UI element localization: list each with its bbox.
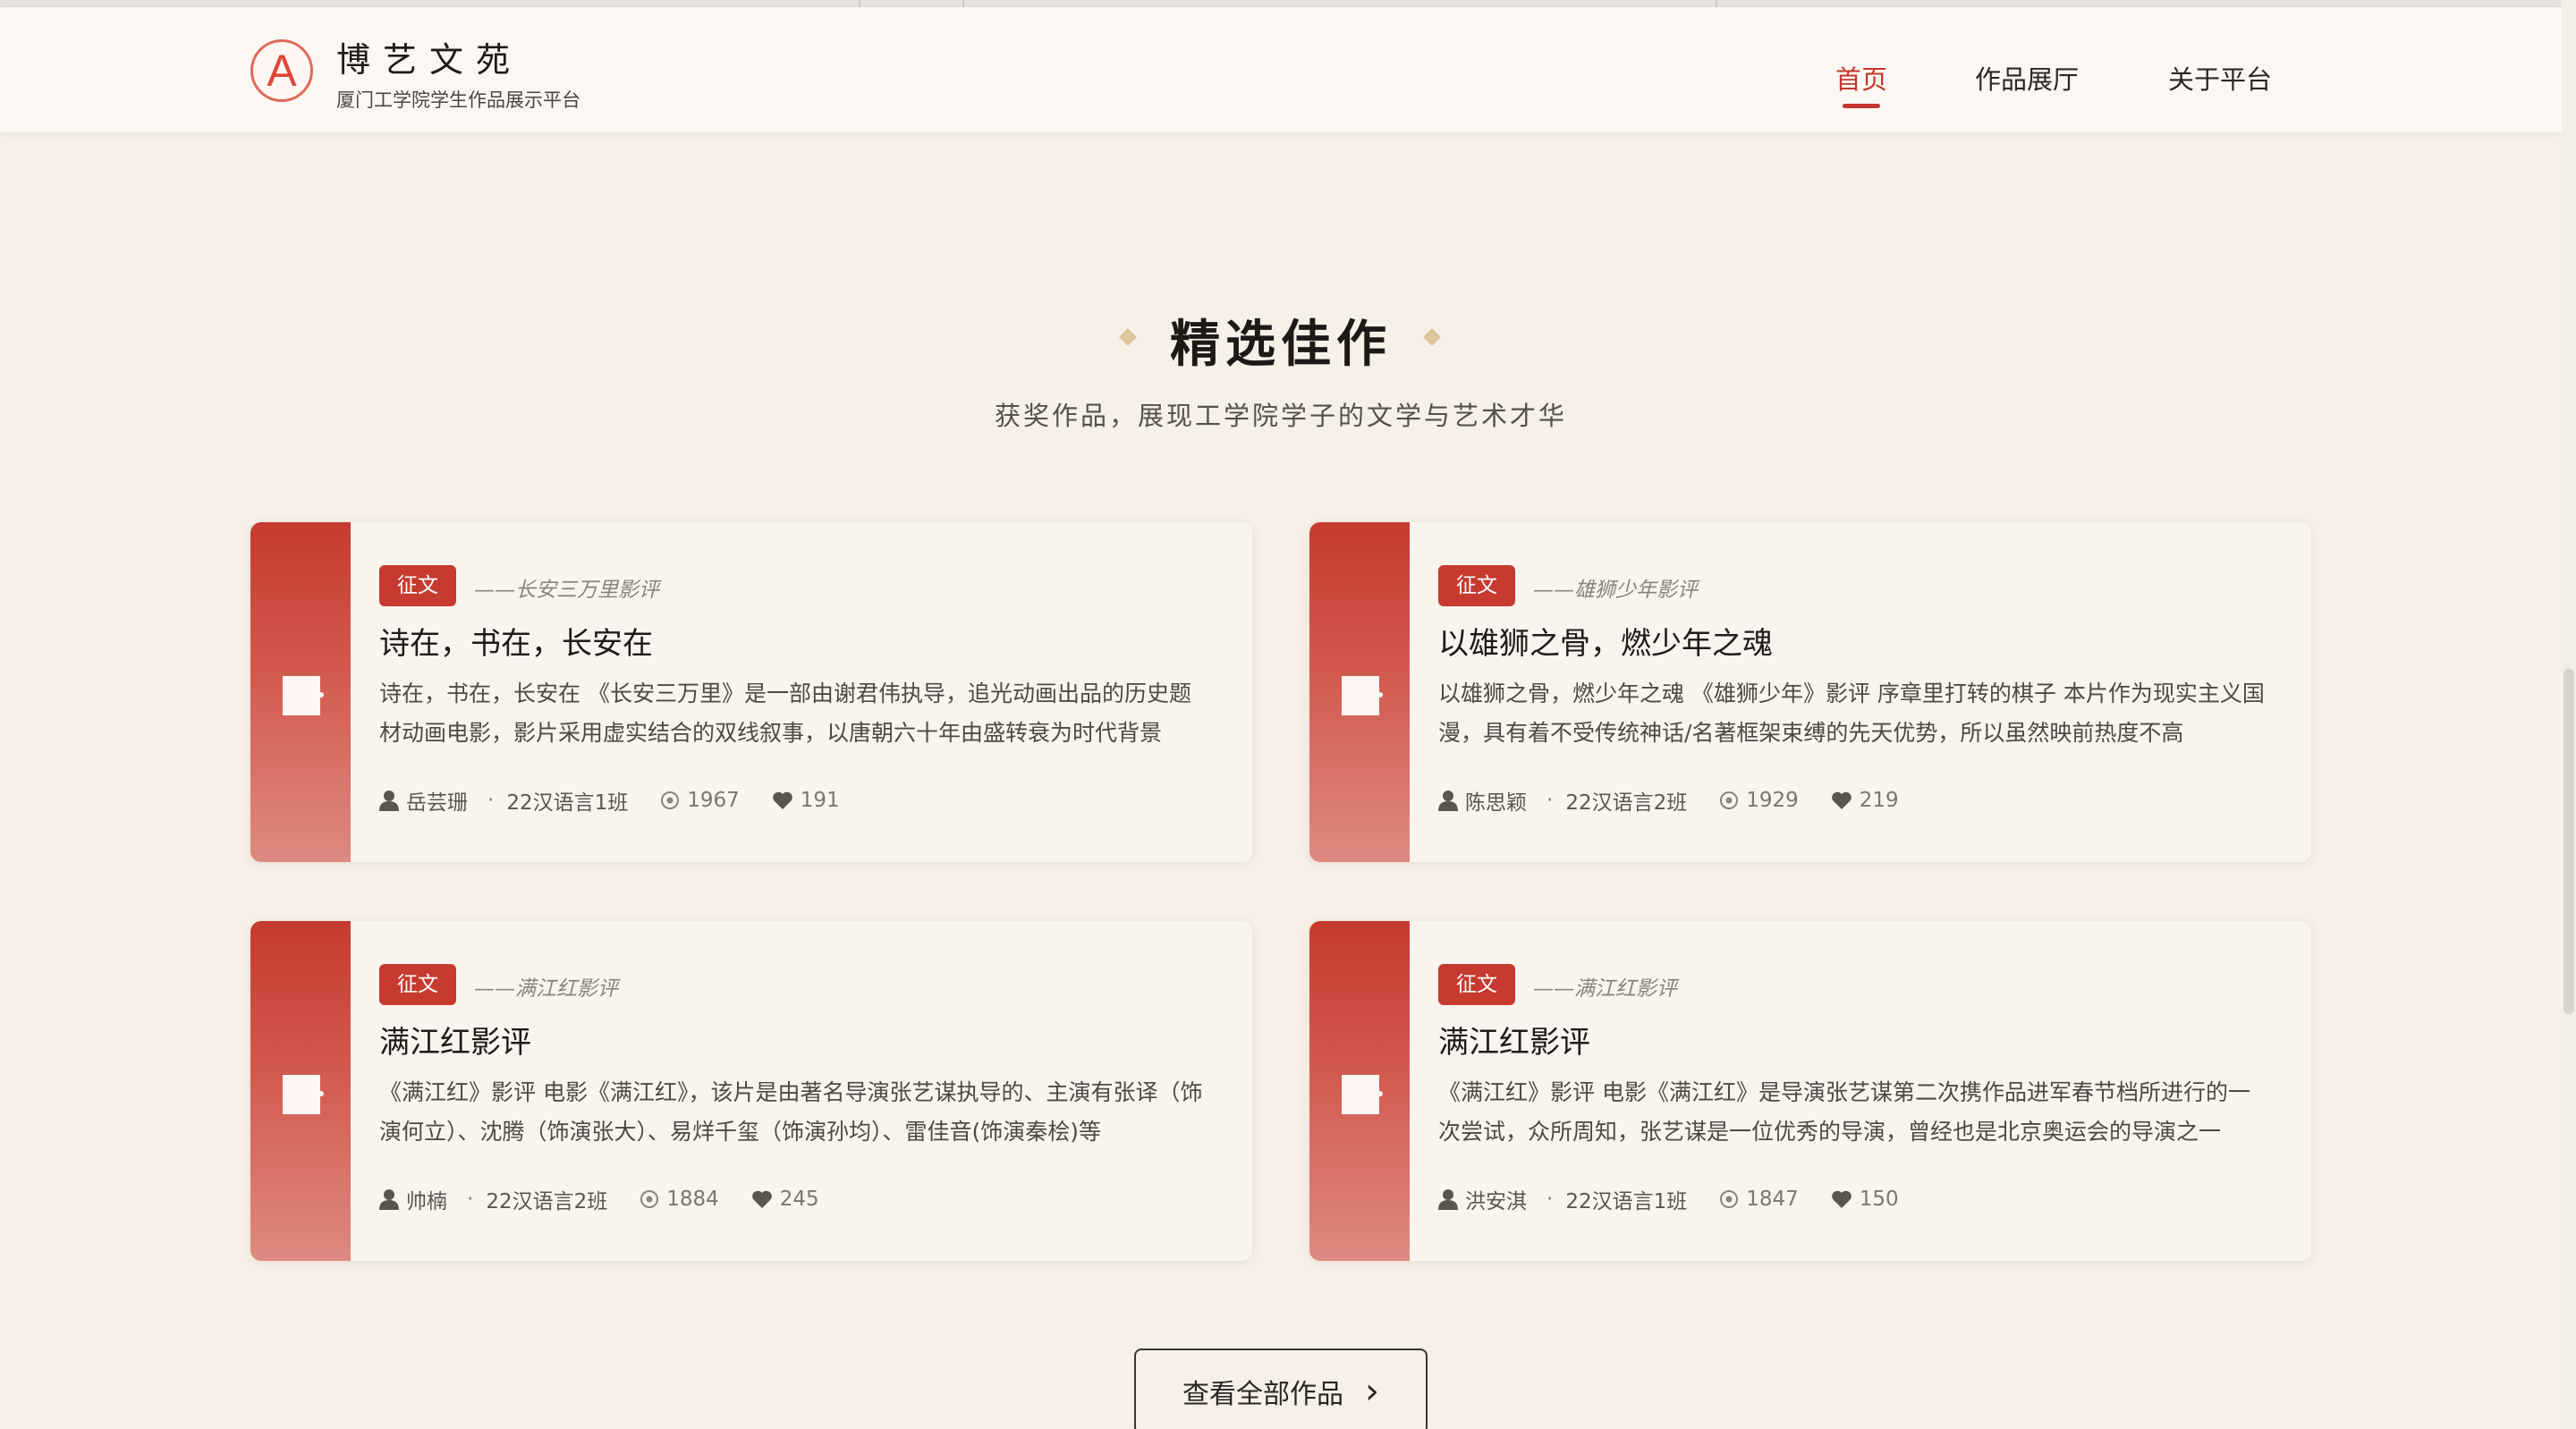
card-class: 22汉语言2班	[1565, 791, 1688, 815]
card-author: 岳芸珊	[406, 791, 468, 815]
like-count-value: 219	[1859, 789, 1899, 812]
category-badge: 征文	[1438, 964, 1515, 1005]
card-source: ——满江红影评	[474, 977, 618, 1001]
heart-icon	[751, 1190, 772, 1208]
person-icon	[379, 791, 399, 811]
category-badge: 征文	[379, 964, 456, 1005]
view-count-value: 1884	[666, 1188, 719, 1211]
divider	[859, 0, 860, 7]
heart-icon	[1831, 791, 1852, 809]
card-source: ——雄狮少年影评	[1533, 579, 1698, 602]
card-excerpt: 以雄狮之骨，燃少年之魂 《雄狮少年》影评 序章里打转的棋子 本片作为现实主义国漫…	[1438, 681, 2265, 746]
nav-item-about[interactable]: 关于平台	[2168, 59, 2272, 97]
chevron-right-icon: ›	[1365, 1371, 1379, 1412]
eye-icon	[640, 1190, 659, 1208]
view-all-button[interactable]: 查看全部作品 ›	[1134, 1349, 1428, 1429]
view-count-value: 1929	[1746, 789, 1799, 812]
view-all-label: 查看全部作品	[1182, 1379, 1343, 1410]
heart-icon	[1831, 1190, 1852, 1208]
bookmark-icon	[1342, 676, 1383, 715]
divider	[962, 0, 964, 7]
card-source: ——长安三万里影评	[474, 579, 659, 602]
view-count: 1847	[1719, 1188, 1799, 1211]
like-count-value: 150	[1859, 1188, 1899, 1211]
like-count-value: 245	[779, 1188, 819, 1211]
nav-item-home[interactable]: 首页	[1835, 59, 1887, 97]
card-source: ——满江红影评	[1533, 977, 1677, 1001]
work-card[interactable]: 征文 ——雄狮少年影评 以雄狮之骨，燃少年之魂 以雄狮之骨，燃少年之魂 《雄狮少…	[1309, 522, 2311, 862]
card-excerpt: 《满江红》影评 电影《满江红》，该片是由著名导演张艺谋执导的、主演有张译（饰演何…	[379, 1079, 1203, 1145]
separator-dot: ·	[1546, 789, 1554, 812]
like-count[interactable]: 245	[751, 1188, 819, 1211]
section-title: 精选佳作	[1170, 315, 1392, 374]
like-count[interactable]: 150	[1831, 1188, 1899, 1211]
eye-icon	[1720, 1190, 1739, 1208]
scrollbar-thumb[interactable]	[2563, 669, 2574, 1014]
person-icon	[379, 1189, 399, 1210]
person-icon	[1438, 791, 1458, 811]
card-title[interactable]: 诗在，书在，长安在	[379, 619, 653, 663]
card-meta: 帅楠 · 22汉语言2班 1884 245	[379, 1186, 819, 1213]
nav-active-indicator	[1843, 104, 1880, 108]
card-meta: 陈思颖 · 22汉语言2班 1929 219	[1438, 787, 1899, 815]
category-badge: 征文	[379, 565, 456, 606]
browser-top-strip	[0, 0, 2562, 7]
like-count[interactable]: 191	[772, 789, 840, 812]
card-title[interactable]: 以雄狮之骨，燃少年之魂	[1438, 619, 1773, 663]
view-count: 1884	[640, 1188, 719, 1211]
card-excerpt: 诗在，书在，长安在 《长安三万里》是一部由谢君伟执导，追光动画出品的历史题材动画…	[379, 681, 1191, 746]
section-subtitle: 获奖作品，展现工学院学子的文学与艺术才华	[994, 401, 1567, 431]
eye-icon	[661, 791, 680, 809]
view-count: 1929	[1719, 789, 1799, 812]
bookmark-icon	[283, 676, 324, 715]
work-card[interactable]: 征文 ——长安三万里影评 诗在，书在，长安在 诗在，书在，长安在 《长安三万里》…	[250, 522, 1252, 862]
card-accent-strip	[250, 921, 351, 1261]
card-accent-strip	[250, 522, 351, 862]
card-meta: 岳芸珊 · 22汉语言1班 1967 191	[379, 787, 840, 815]
site-header: A 博艺文苑 厦门工学院学生作品展示平台 首页 作品展厅 关于平台	[0, 7, 2562, 132]
view-count: 1967	[660, 789, 740, 812]
view-count-value: 1967	[687, 789, 740, 812]
page: A 博艺文苑 厦门工学院学生作品展示平台 首页 作品展厅 关于平台 精选佳作 获…	[0, 0, 2576, 1429]
category-badge: 征文	[1438, 565, 1515, 606]
card-author: 洪安淇	[1465, 1190, 1527, 1213]
divider	[1716, 0, 1717, 7]
eye-icon	[1720, 791, 1739, 809]
card-class: 22汉语言2班	[486, 1190, 608, 1213]
brand-subtitle: 厦门工学院学生作品展示平台	[336, 89, 580, 111]
card-accent-strip	[1309, 522, 1410, 862]
work-card[interactable]: 征文 ——满江红影评 满江红影评 《满江红》影评 电影《满江红》，该片是由著名导…	[250, 921, 1252, 1261]
person-icon	[1438, 1189, 1458, 1210]
bookmark-icon	[1342, 1075, 1383, 1114]
view-count-value: 1847	[1746, 1188, 1799, 1211]
card-title[interactable]: 满江红影评	[379, 1018, 531, 1061]
card-class: 22汉语言1班	[1565, 1190, 1688, 1213]
card-class: 22汉语言1班	[506, 791, 629, 815]
like-count[interactable]: 219	[1831, 789, 1899, 812]
card-excerpt: 《满江红》影评 电影《满江红》是导演张艺谋第二次携作品进军春节档所进行的一次尝试…	[1438, 1079, 2250, 1145]
card-author: 陈思颖	[1465, 791, 1527, 815]
work-card[interactable]: 征文 ——满江红影评 满江红影评 《满江红》影评 电影《满江红》是导演张艺谋第二…	[1309, 921, 2311, 1261]
logo[interactable]: A	[250, 39, 313, 102]
like-count-value: 191	[800, 789, 840, 812]
separator-dot: ·	[487, 789, 495, 812]
brand-title[interactable]: 博艺文苑	[336, 32, 522, 81]
separator-dot: ·	[467, 1188, 474, 1211]
bookmark-icon	[283, 1075, 324, 1114]
card-meta: 洪安淇 · 22汉语言1班 1847 150	[1438, 1186, 1899, 1213]
card-accent-strip	[1309, 921, 1410, 1261]
card-title[interactable]: 满江红影评	[1438, 1018, 1590, 1061]
heart-icon	[772, 791, 792, 809]
card-author: 帅楠	[406, 1190, 447, 1213]
separator-dot: ·	[1546, 1188, 1554, 1211]
nav-item-gallery[interactable]: 作品展厅	[1975, 59, 2079, 97]
